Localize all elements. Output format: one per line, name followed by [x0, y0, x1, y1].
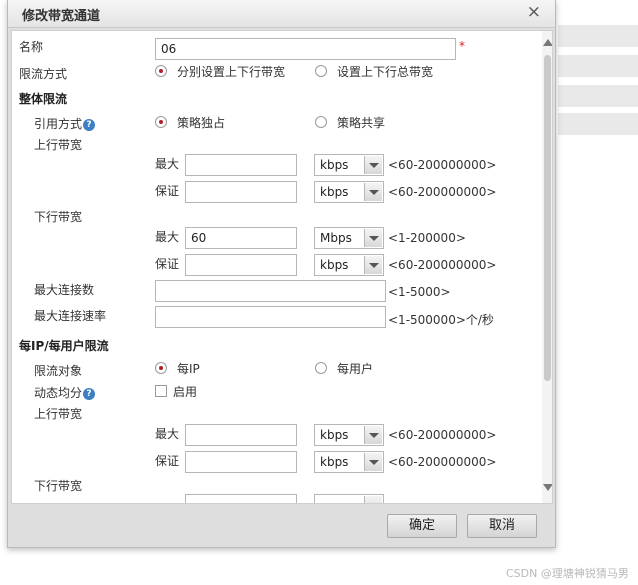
help-icon[interactable]: ?: [83, 118, 96, 131]
scrollbar-thumb[interactable]: [544, 55, 551, 381]
chevron-down-icon[interactable]: [364, 496, 382, 503]
ref-mode-label: 引用方式?: [34, 115, 96, 132]
limit-target-user-label[interactable]: 每用户: [337, 360, 373, 377]
background-row: [558, 113, 638, 135]
ip-up-guarantee-unit-value: kbps: [320, 455, 349, 469]
up-max-label: 最大: [155, 157, 180, 171]
chevron-down-icon[interactable]: [364, 453, 382, 471]
down-guarantee-range: <60-200000000>: [388, 258, 497, 272]
vertical-scrollbar[interactable]: [542, 31, 552, 503]
up-max-unit-value: kbps: [320, 158, 349, 172]
up-max-input[interactable]: [185, 154, 297, 176]
ip-up-max-input[interactable]: [185, 424, 297, 446]
ip-up-guarantee-label: 保证: [155, 454, 180, 468]
ref-mode-shared-radio[interactable]: [315, 116, 327, 128]
dialog-footer: 确定 取消: [8, 506, 555, 546]
max-connections-label: 最大连接数: [34, 283, 95, 297]
help-icon[interactable]: ?: [83, 387, 96, 400]
ip-down-max-unit-select[interactable]: [314, 494, 384, 503]
scroll-down-arrow-icon[interactable]: [543, 484, 552, 491]
dynamic-share-label: 动态均分?: [34, 384, 96, 401]
down-bandwidth-label: 下行带宽: [34, 210, 83, 224]
down-guarantee-input[interactable]: [185, 254, 297, 276]
overall-limit-section-title: 整体限流: [19, 92, 68, 106]
up-max-range: <60-200000000>: [388, 158, 497, 172]
ip-up-guarantee-range: <60-200000000>: [388, 455, 497, 469]
ip-up-max-label: 最大: [155, 427, 180, 441]
ip-down-bandwidth-label: 下行带宽: [34, 479, 83, 493]
limit-mode-label: 限流方式: [19, 67, 68, 81]
max-connection-rate-label: 最大连接速率: [34, 309, 107, 323]
up-max-unit-select[interactable]: kbps: [314, 154, 384, 176]
background-row: [558, 25, 638, 47]
down-max-input[interactable]: [185, 227, 297, 249]
limit-mode-total-label[interactable]: 设置上下行总带宽: [337, 63, 433, 80]
required-mark: *: [459, 39, 465, 53]
ref-mode-exclusive-radio[interactable]: [155, 116, 167, 128]
name-label: 名称: [19, 40, 44, 54]
ok-button[interactable]: 确定: [387, 514, 457, 538]
down-guarantee-unit-value: kbps: [320, 258, 349, 272]
up-guarantee-unit-value: kbps: [320, 185, 349, 199]
limit-mode-separate-label[interactable]: 分别设置上下行带宽: [177, 63, 285, 80]
down-max-range: <1-200000>: [388, 231, 466, 245]
ip-up-guarantee-input[interactable]: [185, 451, 297, 473]
per-ip-section-title: 每IP/每用户限流: [19, 339, 109, 353]
dialog-content: 名称 * 限流方式 分别设置上下行带宽 设置上下行总带宽 整体限流 引用方式? …: [11, 30, 553, 504]
dialog-title: 修改带宽通道: [22, 9, 101, 24]
ref-mode-label-text: 引用方式: [34, 117, 83, 131]
max-connections-range: <1-5000>: [388, 285, 451, 299]
background-row: [558, 85, 638, 107]
dynamic-share-checkbox[interactable]: [155, 385, 167, 397]
chevron-down-icon[interactable]: [364, 229, 382, 247]
up-guarantee-input[interactable]: [185, 181, 297, 203]
ip-down-max-input[interactable]: [185, 494, 297, 503]
limit-target-label: 限流对象: [34, 364, 83, 378]
cancel-button[interactable]: 取消: [467, 514, 537, 538]
max-connection-rate-range: <1-500000>个/秒: [388, 313, 494, 327]
dynamic-share-label-text: 动态均分: [34, 386, 83, 400]
close-icon[interactable]: ×: [527, 3, 541, 21]
limit-target-user-radio[interactable]: [315, 362, 327, 374]
edit-bandwidth-dialog: 修改带宽通道 × 名称 * 限流方式 分别设置上下行带宽 设置上下行总带宽 整体…: [7, 0, 556, 548]
max-connections-input[interactable]: [155, 280, 386, 302]
dynamic-share-enable-label[interactable]: 启用: [173, 383, 197, 400]
ip-up-guarantee-unit-select[interactable]: kbps: [314, 451, 384, 473]
limit-target-ip-radio[interactable]: [155, 362, 167, 374]
limit-mode-total-radio[interactable]: [315, 65, 327, 77]
up-bandwidth-label: 上行带宽: [34, 138, 83, 152]
up-guarantee-label: 保证: [155, 184, 180, 198]
scroll-up-arrow-icon[interactable]: [543, 39, 552, 46]
background-row: [558, 55, 638, 77]
down-max-label: 最大: [155, 230, 180, 244]
down-guarantee-label: 保证: [155, 257, 180, 271]
max-connection-rate-input[interactable]: [155, 306, 386, 328]
chevron-down-icon[interactable]: [364, 183, 382, 201]
up-guarantee-unit-select[interactable]: kbps: [314, 181, 384, 203]
down-max-unit-select[interactable]: Mbps: [314, 227, 384, 249]
up-guarantee-range: <60-200000000>: [388, 185, 497, 199]
dialog-title-bar[interactable]: 修改带宽通道 ×: [8, 0, 555, 28]
chevron-down-icon[interactable]: [364, 156, 382, 174]
ip-up-bandwidth-label: 上行带宽: [34, 407, 83, 421]
ip-up-max-range: <60-200000000>: [388, 428, 497, 442]
ip-up-max-unit-value: kbps: [320, 428, 349, 442]
ref-mode-exclusive-label[interactable]: 策略独占: [177, 114, 225, 131]
name-input[interactable]: [155, 38, 456, 60]
limit-mode-separate-radio[interactable]: [155, 65, 167, 77]
ip-up-max-unit-select[interactable]: kbps: [314, 424, 384, 446]
watermark: CSDN @理塘神锐猜马男: [506, 567, 629, 580]
chevron-down-icon[interactable]: [364, 426, 382, 444]
limit-target-ip-label[interactable]: 每IP: [177, 360, 200, 377]
ref-mode-shared-label[interactable]: 策略共享: [337, 114, 385, 131]
down-guarantee-unit-select[interactable]: kbps: [314, 254, 384, 276]
chevron-down-icon[interactable]: [364, 256, 382, 274]
down-max-unit-value: Mbps: [320, 231, 352, 245]
